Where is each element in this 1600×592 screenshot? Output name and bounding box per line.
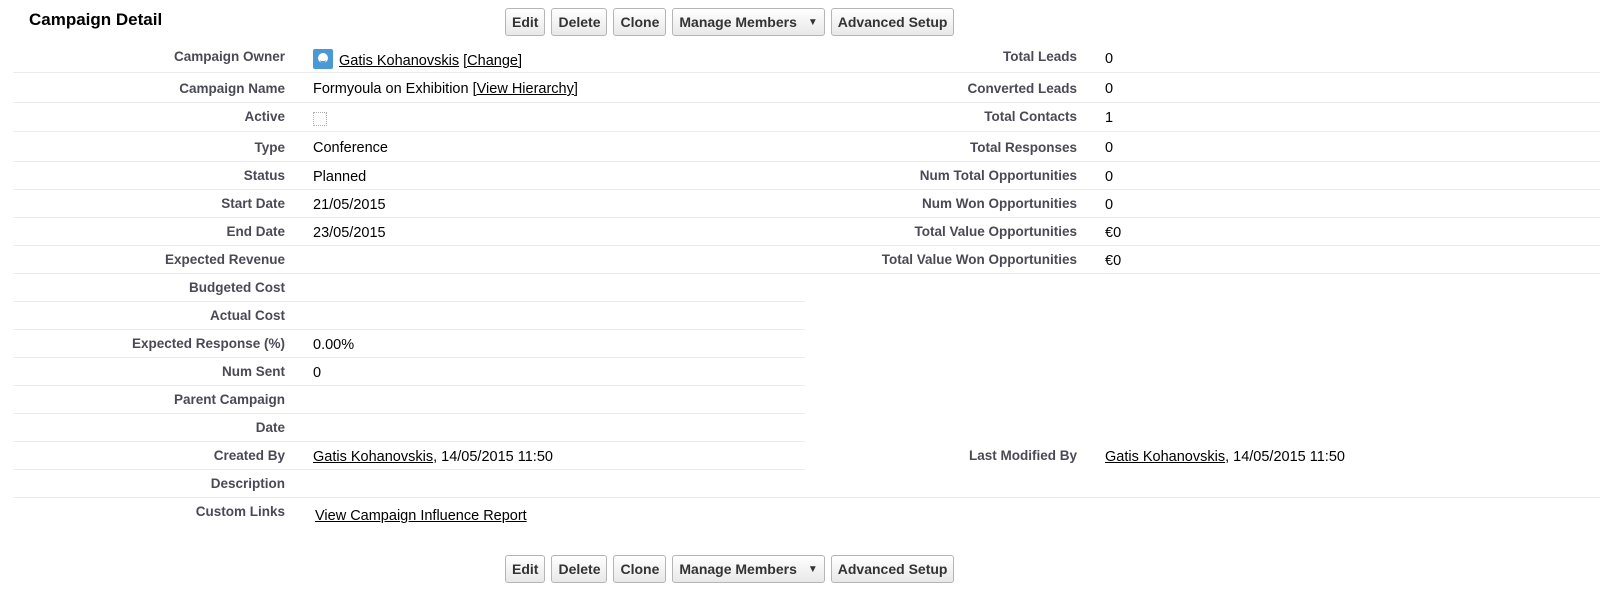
campaign-owner-label: Campaign Owner <box>173 49 285 64</box>
user-avatar-icon <box>313 49 333 69</box>
converted-leads-value: 0 <box>1105 81 1114 97</box>
total-responses-value: 0 <box>1105 140 1114 156</box>
delete-button[interactable]: Delete <box>551 555 608 583</box>
budgeted-cost-label: Budgeted Cost <box>189 280 285 295</box>
page-title: Campaign Detail <box>29 10 163 29</box>
view-hierarchy-link[interactable]: [View Hierarchy] <box>473 81 578 97</box>
status-value: Planned <box>313 169 367 185</box>
start-date-label: Start Date <box>221 196 285 211</box>
end-date-value: 23/05/2015 <box>313 225 386 241</box>
edit-button[interactable]: Edit <box>505 8 546 36</box>
manage-members-label: Manage Members <box>679 14 797 30</box>
total-value-opportunities-label: Total Value Opportunities <box>914 224 1077 239</box>
num-sent-value: 0 <box>313 365 322 381</box>
type-value: Conference <box>313 140 388 156</box>
detail-row <box>13 302 805 330</box>
end-date-label: End Date <box>226 224 285 239</box>
created-by-value: Gatis Kohanovskis, 14/05/2015 11:50 <box>313 449 553 465</box>
num-total-opportunities-label: Num Total Opportunities <box>919 168 1077 183</box>
created-by-user-link[interactable]: Gatis Kohanovskis <box>313 449 433 465</box>
view-campaign-influence-report-link[interactable]: View Campaign Influence Report <box>315 508 527 524</box>
last-modified-by-timestamp: , 14/05/2015 11:50 <box>1225 449 1345 465</box>
start-date-value: 21/05/2015 <box>313 197 386 213</box>
last-modified-by-label: Last Modified By <box>968 448 1077 463</box>
num-won-opportunities-label: Num Won Opportunities <box>922 196 1077 211</box>
delete-button[interactable]: Delete <box>551 8 608 36</box>
total-responses-label: Total Responses <box>969 140 1077 155</box>
active-value <box>313 108 327 130</box>
total-contacts-label: Total Contacts <box>984 109 1077 124</box>
last-modified-by-user-link[interactable]: Gatis Kohanovskis <box>1105 449 1225 465</box>
type-label: Type <box>254 140 285 155</box>
advanced-setup-button[interactable]: Advanced Setup <box>830 555 955 583</box>
last-modified-by-value: Gatis Kohanovskis, 14/05/2015 11:50 <box>1105 449 1345 465</box>
actual-cost-label: Actual Cost <box>209 308 285 323</box>
total-value-won-opportunities-label: Total Value Won Opportunities <box>881 252 1077 267</box>
date-label: Date <box>255 420 285 435</box>
active-label: Active <box>244 109 285 124</box>
custom-links-value: View Campaign Influence Report <box>315 508 527 524</box>
campaign-owner-link[interactable]: Gatis Kohanovskis <box>339 53 459 69</box>
total-value-won-opportunities-value: €0 <box>1105 253 1122 269</box>
detail-row <box>13 274 805 302</box>
expected-response-value: 0.00% <box>313 337 355 353</box>
manage-members-button[interactable]: Manage Members ▼ <box>672 555 825 583</box>
campaign-name-value: Formyoula on Exhibition [View Hierarchy] <box>313 81 578 97</box>
created-by-label: Created By <box>213 448 285 463</box>
campaign-name-label: Campaign Name <box>179 81 285 96</box>
status-label: Status <box>243 168 285 183</box>
detail-row <box>13 414 805 442</box>
clone-button[interactable]: Clone <box>613 555 667 583</box>
num-total-opportunities-value: 0 <box>1105 169 1114 185</box>
description-label: Description <box>210 476 285 491</box>
clone-button[interactable]: Clone <box>613 8 667 36</box>
bottom-button-bar: Edit Delete Clone Manage Members ▼ Advan… <box>505 555 955 583</box>
change-owner-link[interactable]: [Change] <box>463 53 522 69</box>
advanced-setup-button[interactable]: Advanced Setup <box>830 8 955 36</box>
edit-button[interactable]: Edit <box>505 555 546 583</box>
created-by-timestamp: , 14/05/2015 11:50 <box>433 449 553 465</box>
detail-row <box>13 358 805 386</box>
expected-revenue-label: Expected Revenue <box>164 252 285 267</box>
active-checkbox <box>313 112 327 126</box>
chevron-down-icon: ▼ <box>807 563 818 575</box>
manage-members-button[interactable]: Manage Members ▼ <box>672 8 825 36</box>
expected-response-label: Expected Response (%) <box>131 336 285 351</box>
total-leads-label: Total Leads <box>1002 49 1077 64</box>
num-won-opportunities-value: 0 <box>1105 197 1114 213</box>
campaign-owner-value: Gatis Kohanovskis [Change] <box>313 49 522 69</box>
manage-members-label: Manage Members <box>679 561 797 577</box>
total-contacts-value: 1 <box>1105 110 1114 126</box>
converted-leads-label: Converted Leads <box>967 81 1077 96</box>
custom-links-label: Custom Links <box>195 504 285 519</box>
num-sent-label: Num Sent <box>221 364 285 379</box>
total-leads-value: 0 <box>1105 51 1114 67</box>
chevron-down-icon: ▼ <box>807 16 818 28</box>
detail-row <box>13 386 805 414</box>
total-value-opportunities-value: €0 <box>1105 225 1122 241</box>
parent-campaign-label: Parent Campaign <box>173 392 285 407</box>
top-button-bar: Edit Delete Clone Manage Members ▼ Advan… <box>505 8 955 36</box>
campaign-name-text: Formyoula on Exhibition <box>313 81 469 97</box>
detail-row <box>13 134 1600 162</box>
